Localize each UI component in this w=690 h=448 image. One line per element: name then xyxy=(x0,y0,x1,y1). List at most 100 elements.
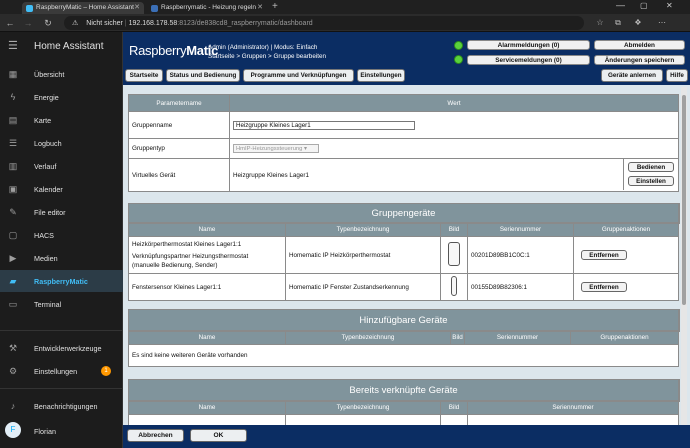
nav-einstellungen[interactable]: Einstellungen xyxy=(357,69,405,82)
sidebar-item-label: RaspberryMatic xyxy=(34,277,88,286)
notification-badge: 1 xyxy=(101,366,111,376)
alarm-status-led xyxy=(454,41,463,50)
ok-button[interactable]: OK xyxy=(190,429,247,442)
sidebar-item-label: Übersicht xyxy=(34,70,65,79)
sidebar-item-label: Karte xyxy=(34,116,52,125)
table-row: Gruppenname Heizgruppe Kleines Lager1 xyxy=(128,111,679,139)
sidebar-item-hacs[interactable]: ▢ HACS xyxy=(0,224,123,246)
column-header: Seriennummer xyxy=(464,330,571,345)
row-label: Gruppentyp xyxy=(128,138,230,159)
sidebar-item-logbuch[interactable]: ☰ Logbuch xyxy=(0,132,123,154)
device-type: Homematic IP Fenster Zustandserkennung xyxy=(285,273,441,301)
menu-icon[interactable]: ☰ xyxy=(8,39,18,52)
tab-title: RaspberryMatic – Home Assistant xyxy=(36,4,134,11)
url-host: 192.168.178.58 xyxy=(128,20,178,27)
column-header: Wert xyxy=(229,94,679,112)
device-name: Fenstersensor Kleines Lager1:1 xyxy=(128,273,286,301)
column-header: Name xyxy=(128,400,286,415)
sidebar-item-label: File editor xyxy=(34,208,66,217)
sidebar-item-kalender[interactable]: ▣ Kalender xyxy=(0,178,123,200)
device-serial: 00201D89BB1C0C:1 xyxy=(467,236,574,274)
column-header: Gruppenaktionen xyxy=(573,222,679,237)
operate-button[interactable]: Bedienen xyxy=(628,162,674,172)
close-window-icon[interactable]: ✕ xyxy=(666,1,673,10)
sidebar-item-medien[interactable]: ▶ Medien xyxy=(0,247,123,269)
group-devices-table: Gruppengeräte Name Typenbezeichnung Bild… xyxy=(127,202,680,301)
scrollbar-thumb[interactable] xyxy=(682,95,686,305)
sidebar-item-raspberrymatic[interactable]: ▰ RaspberryMatic xyxy=(0,270,123,292)
addable-devices-table: Hinzufügbare Geräte Name Typenbezeichnun… xyxy=(127,308,680,367)
logout-button[interactable]: Abmelden xyxy=(594,40,685,50)
column-header: Gruppenaktionen xyxy=(570,330,679,345)
address-bar: ← → ↻ ⚠ Nicht sicher | 192.168.178.58:812… xyxy=(0,14,690,32)
nav-status-bedienung[interactable]: Status und Bedienung xyxy=(166,69,240,82)
browser-tab-bar: RaspberryMatic – Home Assistant ✕ Raspbe… xyxy=(0,0,690,14)
reload-icon[interactable]: ↻ xyxy=(42,17,54,29)
remove-button[interactable]: Entfernen xyxy=(581,282,627,292)
settings-icon: ⚙ xyxy=(8,366,18,376)
service-messages-button[interactable]: Servicemeldungen (0) xyxy=(467,55,590,65)
thermostat-device-image xyxy=(448,242,460,266)
sidebar-item-uebersicht[interactable]: ▦ Übersicht xyxy=(0,63,123,85)
column-header: Bild xyxy=(450,330,465,345)
raspberrymatic-panel: RaspberryMatic Admin (Administrator) | M… xyxy=(123,32,690,448)
settings-button[interactable]: Einstellen xyxy=(628,176,674,186)
raspberrymatic-icon: ▰ xyxy=(9,276,17,286)
calendar-icon: ▣ xyxy=(8,184,18,194)
tab-title: Raspberrymatic - Heizung regeln xyxy=(161,4,257,11)
favorite-icon[interactable]: ☆ xyxy=(594,17,606,29)
ha-sidebar: ☰ Home Assistant ▦ Übersicht ϟ Energie ▤ Ka… xyxy=(0,32,123,448)
alarm-messages-button[interactable]: Alarmmeldungen (0) xyxy=(467,40,590,50)
column-header: Typenbezeichnung xyxy=(285,330,451,345)
hacs-icon: ▢ xyxy=(8,230,18,240)
save-changes-button[interactable]: Änderungen speichern xyxy=(594,55,685,65)
help-button[interactable]: Hilfe xyxy=(666,69,688,82)
maximize-icon[interactable]: ▢ xyxy=(640,1,648,10)
more-icon[interactable]: ⋯ xyxy=(656,17,668,29)
nav-startseite[interactable]: Startseite xyxy=(125,69,163,82)
column-header: Bild xyxy=(440,222,468,237)
forward-icon[interactable]: → xyxy=(22,17,34,29)
device-note: (manuelle Bedienung, Sender) xyxy=(132,262,218,269)
sidebar-item-entwicklerwerkzeuge[interactable]: ⚒ Entwicklerwerkzeuge xyxy=(0,337,123,359)
warning-icon: ⚠ xyxy=(72,20,79,27)
url-field[interactable]: ⚠ Nicht sicher | 192.168.178.58:8123/de83… xyxy=(64,16,584,30)
sidebar-item-energie[interactable]: ϟ Energie xyxy=(0,86,123,108)
sidebar-item-terminal[interactable]: ▭ Terminal xyxy=(0,293,123,315)
sidebar-item-file-editor[interactable]: ✎ File editor xyxy=(0,201,123,223)
extensions-icon[interactable]: ⧉ xyxy=(612,17,624,29)
teach-devices-button[interactable]: Geräte anlernen xyxy=(601,69,663,82)
sidebar-item-benachrichtigungen[interactable]: ♪ Benachrichtigungen xyxy=(0,395,123,417)
table-row: Fenstersensor Kleines Lager1:1 Homematic… xyxy=(128,273,679,301)
group-name-input[interactable]: Heizgruppe Kleines Lager1 xyxy=(233,120,415,130)
back-icon[interactable]: ← xyxy=(4,17,16,29)
column-header: Bild xyxy=(440,400,468,415)
sidebar-item-label: Energie xyxy=(34,93,59,102)
remove-button[interactable]: Entfernen xyxy=(581,250,627,260)
new-tab-icon[interactable]: + xyxy=(272,1,278,12)
minimize-icon[interactable]: — xyxy=(616,0,625,10)
browser-tab[interactable]: Raspberrymatic - Heizung regeln ✕ xyxy=(147,2,267,14)
sidebar-item-label: Terminal xyxy=(34,300,62,309)
home-assistant-tab-icon xyxy=(26,5,33,12)
sidebar-user[interactable]: F Florian xyxy=(0,419,123,443)
content-scrollbar[interactable] xyxy=(681,87,687,427)
close-tab-icon[interactable]: ✕ xyxy=(257,3,263,11)
sidebar-item-karte[interactable]: ▤ Karte xyxy=(0,109,123,131)
device-type: Homematic IP Heizkörperthermostat xyxy=(285,236,441,274)
section-title: Hinzufügbare Geräte xyxy=(127,308,680,332)
group-type-select[interactable]: HmIP-Heizungssteuerung ▾ xyxy=(233,144,319,153)
device-name: Heizkörperthermostat Kleines Lager1:1 xyxy=(132,241,242,248)
collections-icon[interactable]: ❖ xyxy=(632,17,644,29)
column-header: Seriennummer xyxy=(467,222,574,237)
cancel-button[interactable]: Abbrechen xyxy=(127,429,184,442)
browser-tab-active[interactable]: RaspberryMatic – Home Assistant ✕ xyxy=(22,2,144,14)
rm-content: Parametername Wert Gruppenname Heizgrupp… xyxy=(123,85,690,425)
close-tab-icon[interactable]: ✕ xyxy=(134,3,140,11)
row-label: Gruppenname xyxy=(128,111,230,139)
sidebar-item-verlauf[interactable]: ▥ Verlauf xyxy=(0,155,123,177)
rm-nav-bar: Startseite Status und Bedienung Programm… xyxy=(123,68,690,85)
sidebar-item-einstellungen[interactable]: ⚙ Einstellungen 1 xyxy=(0,360,123,382)
hammer-icon: ⚒ xyxy=(8,343,18,353)
nav-programme[interactable]: Programme und Verknüpfungen xyxy=(243,69,354,82)
